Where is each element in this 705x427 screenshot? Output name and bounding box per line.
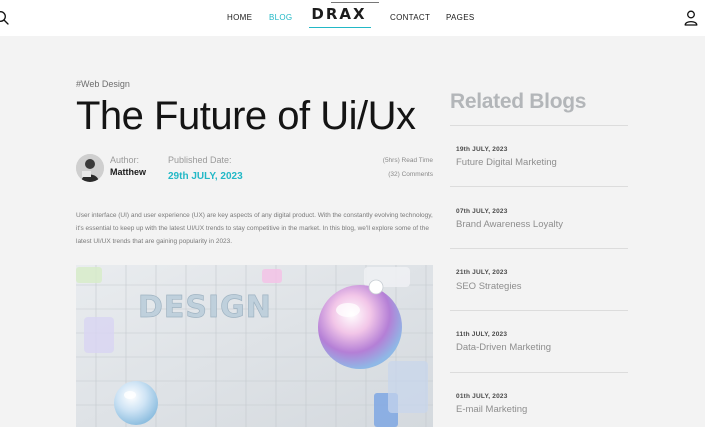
logo-underline [309,27,371,28]
related-item-date: 19th JULY, 2023 [456,146,508,153]
related-divider [450,310,628,311]
related-item-date: 01th JULY, 2023 [456,393,508,400]
user-icon[interactable] [684,10,698,26]
nav-home-link[interactable]: HOME [227,13,252,22]
search-icon[interactable] [0,10,10,26]
related-item-title[interactable]: Data-Driven Marketing [456,342,551,353]
related-divider [450,125,628,126]
hero-design-text: DESIGN [138,290,272,325]
read-time: (5hrs) Read Time [382,157,433,164]
related-item-title[interactable]: SEO Strategies [456,281,521,292]
nav-blog-link[interactable]: BLOG [269,13,292,22]
author-name[interactable]: Matthew [110,167,146,177]
related-item-date: 07th JULY, 2023 [456,208,508,215]
author-avatar [76,154,104,182]
related-divider [450,248,628,249]
related-item-date: 21th JULY, 2023 [456,269,508,276]
logo-top-line [331,2,379,3]
logo-text: DRAX [311,5,367,23]
related-item-title[interactable]: E-mail Marketing [456,404,527,415]
published-date: 29th JULY, 2023 [168,171,243,182]
article-tag[interactable]: #Web Design [76,79,130,89]
top-navigation: HOME BLOG DRAX CONTACT PAGES [0,0,705,36]
published-label: Published Date: [168,155,232,165]
related-item-title[interactable]: Future Digital Marketing [456,157,557,168]
drax-logo[interactable]: DRAX [307,2,379,30]
related-blogs-title: Related Blogs [450,90,587,113]
related-item-title[interactable]: Brand Awareness Loyalty [456,219,563,230]
comments-count[interactable]: (32) Comments [388,171,433,178]
nav-pages-link[interactable]: PAGES [446,13,474,22]
related-divider [450,186,628,187]
related-divider [450,372,628,373]
article-title: The Future of Ui/Ux [76,94,416,138]
author-label: Author: [110,155,140,165]
related-item-date: 11th JULY, 2023 [456,331,508,338]
nav-contact-link[interactable]: CONTACT [390,13,430,22]
page: HOME BLOG DRAX CONTACT PAGES #Web Design… [0,0,705,427]
article-hero-image: DESIGN [76,265,433,427]
article-intro: User interface (UI) and user experience … [76,212,433,245]
